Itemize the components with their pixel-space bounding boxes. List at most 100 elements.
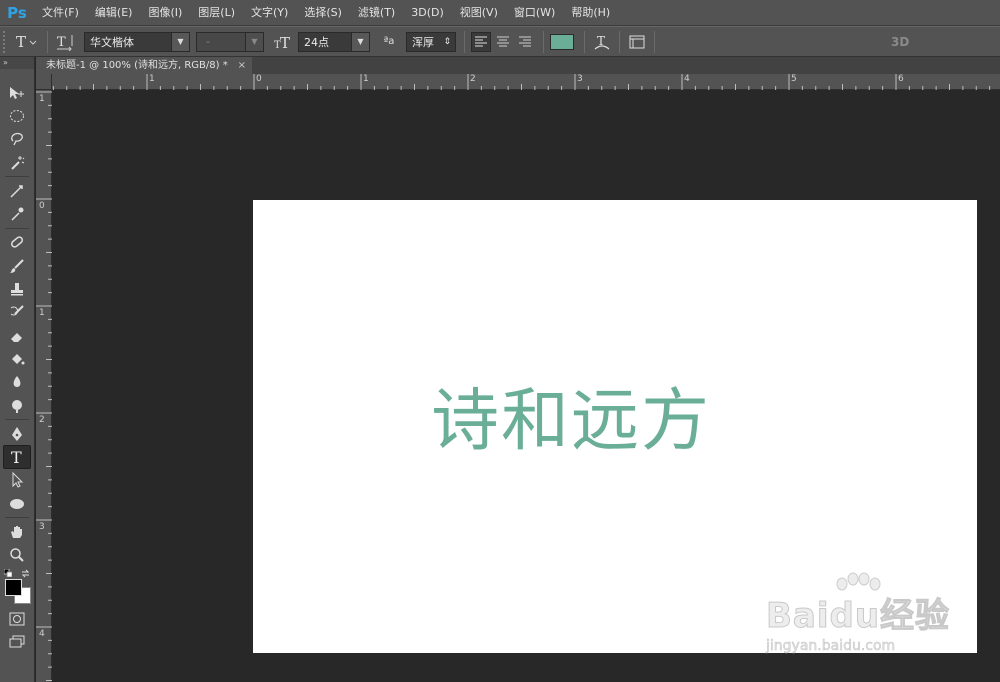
svg-text:T: T [280, 34, 290, 51]
ruler-h-label: 0 [256, 74, 262, 84]
magic-wand-icon[interactable] [3, 151, 31, 174]
ruler-h-label: 1 [363, 74, 369, 84]
separator [5, 176, 29, 178]
watermark-url: jingyan.baidu.com [766, 638, 896, 655]
menu-image[interactable]: 图像(I) [140, 0, 190, 26]
hand-icon[interactable] [3, 520, 31, 543]
menu-select[interactable]: 选择(S) [296, 0, 350, 26]
menu-window[interactable]: 窗口(W) [506, 0, 563, 26]
text-color-swatch[interactable] [550, 33, 574, 50]
dodge-icon[interactable] [3, 394, 31, 417]
updown-icon: ⇕ [443, 36, 451, 47]
separator [5, 419, 29, 421]
blur-icon[interactable] [3, 371, 31, 394]
eraser-icon[interactable] [3, 324, 31, 347]
align-left-icon [475, 36, 487, 46]
chevron-down-icon: ▼ [351, 32, 369, 51]
antialias-icon: ªa [383, 36, 395, 47]
character-panel-icon[interactable] [626, 30, 648, 54]
tools-collapse-icon[interactable]: » [0, 57, 34, 69]
document-tab-bar: 未标题-1 @ 100% (诗和远方, RGB/8) * × [36, 57, 1000, 74]
svg-text:T: T [57, 35, 66, 50]
pen-icon[interactable] [3, 422, 31, 445]
options-grip[interactable] [3, 30, 11, 53]
horizontal-ruler[interactable]: 1 0 1 2 3 4 5 6 [36, 74, 1000, 90]
screen-mode-icon[interactable] [3, 630, 31, 653]
crop-icon[interactable] [3, 179, 31, 202]
ruler-h-label: 6 [898, 74, 904, 84]
menu-edit[interactable]: 编辑(E) [87, 0, 141, 26]
font-family-value: 华文楷体 [90, 35, 134, 49]
brush-icon[interactable] [3, 254, 31, 277]
vertical-ruler[interactable]: 1 0 1 2 3 4 [36, 90, 52, 682]
3d-mode-label[interactable]: 3D [891, 30, 909, 54]
toggle-orientation-icon[interactable]: T [54, 30, 76, 54]
warp-text-icon[interactable]: T [591, 30, 613, 54]
clone-stamp-icon[interactable] [3, 277, 31, 300]
ruler-v-label: 2 [39, 415, 45, 425]
quick-mask-icon[interactable] [3, 607, 31, 630]
path-selection-icon[interactable] [3, 469, 31, 492]
ruler-h-label: 5 [791, 74, 797, 84]
antialias-value: 浑厚 [412, 35, 434, 49]
ellipse-shape-icon[interactable] [3, 492, 31, 515]
antialias-select[interactable]: 浑厚 ⇕ [406, 31, 456, 52]
ruler-v-label: 3 [39, 522, 45, 532]
tools-panel: » T [0, 57, 35, 682]
font-size-value: 24点 [304, 35, 329, 49]
photoshop-logo: Ps [7, 3, 27, 22]
ruler-h-label: 4 [684, 74, 690, 84]
close-icon[interactable]: × [238, 57, 246, 74]
font-style-value: - [206, 35, 210, 48]
ruler-v-label: 0 [39, 201, 45, 211]
lasso-icon[interactable] [3, 128, 31, 151]
font-size-select[interactable]: 24点 ▼ [298, 31, 370, 52]
type-tool-preset-icon[interactable]: T [11, 30, 41, 54]
menu-layer[interactable]: 图层(L) [190, 0, 243, 26]
align-center-button[interactable] [493, 32, 513, 52]
menu-view[interactable]: 视图(V) [452, 0, 506, 26]
menu-bar: Ps 文件(F) 编辑(E) 图像(I) 图层(L) 文字(Y) 选择(S) 滤… [0, 0, 1000, 26]
move-icon[interactable] [3, 81, 31, 104]
type-icon[interactable]: T [3, 445, 31, 469]
align-center-icon [497, 36, 509, 46]
menu-help[interactable]: 帮助(H) [563, 0, 618, 26]
elliptical-marquee-icon[interactable] [3, 104, 31, 127]
baidu-watermark: Baidu经验 jingyan.baidu.com [760, 572, 980, 662]
ruler-h-label: 2 [470, 74, 476, 84]
font-size-icon: TT [272, 30, 294, 54]
vertical-ruler-ticks [36, 91, 52, 681]
separator [584, 30, 585, 53]
healing-brush-icon[interactable] [3, 231, 31, 254]
chevron-down-icon: ▼ [171, 32, 189, 51]
font-family-select[interactable]: 华文楷体 ▼ [84, 31, 190, 52]
swap-colors-icon[interactable] [21, 569, 30, 578]
separator [654, 30, 655, 53]
menu-file[interactable]: 文件(F) [34, 0, 87, 26]
eyedropper-icon[interactable] [3, 202, 31, 225]
color-swatches [0, 567, 34, 607]
ruler-origin[interactable] [36, 74, 52, 90]
foreground-color[interactable] [5, 578, 22, 596]
menu-3d[interactable]: 3D(D) [403, 0, 452, 26]
chevron-down-icon: ▼ [245, 32, 263, 51]
zoom-icon[interactable] [3, 544, 31, 567]
document-tab[interactable]: 未标题-1 @ 100% (诗和远方, RGB/8) * × [36, 57, 252, 74]
align-left-button[interactable] [471, 31, 491, 52]
separator [5, 517, 29, 519]
svg-text:T: T [16, 33, 26, 51]
watermark-logo: Baidu经验 [765, 596, 951, 637]
menu-type[interactable]: 文字(Y) [243, 0, 296, 26]
align-right-button[interactable] [515, 32, 535, 52]
default-colors-icon[interactable] [4, 568, 12, 577]
separator [464, 30, 465, 53]
history-brush-icon[interactable] [3, 301, 31, 324]
menu-filter[interactable]: 滤镜(T) [350, 0, 403, 26]
horizontal-ruler-ticks [39, 74, 991, 90]
paint-bucket-icon[interactable] [3, 347, 31, 370]
font-style-select[interactable]: - ▼ [196, 31, 264, 52]
separator [619, 30, 620, 53]
separator [5, 227, 29, 229]
canvas-text-layer[interactable]: 诗和远方 [431, 365, 711, 464]
separator [543, 30, 544, 53]
